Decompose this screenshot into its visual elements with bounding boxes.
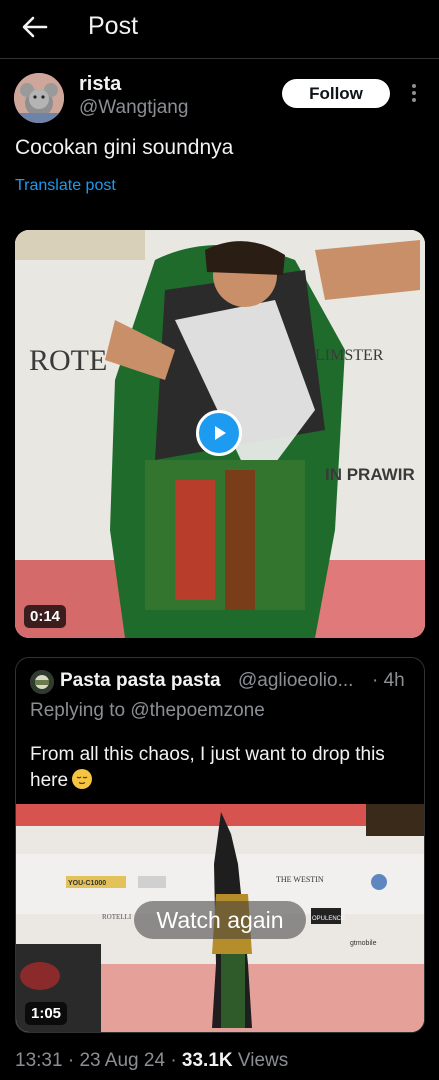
follow-button[interactable]: Follow — [282, 79, 390, 108]
quote-video-duration-badge: 1:05 — [25, 1002, 68, 1025]
more-options-button[interactable] — [404, 80, 424, 106]
quote-video-sign-rotelli: ROTELLI — [102, 913, 132, 921]
play-button[interactable] — [196, 410, 242, 456]
views-label: Views — [237, 1050, 289, 1071]
quote-video-player[interactable]: THE WESTIN OPULENCE gtmobile YOU-C1000 R… — [16, 804, 424, 1032]
relieved-face-icon — [72, 769, 93, 789]
quote-replying-to: Replying to @thepoemzone — [30, 700, 265, 721]
video-sign-right: LIMSTER — [315, 347, 384, 364]
quote-author-name[interactable]: Pasta pasta pasta — [60, 670, 221, 692]
post-time: 13:31 — [15, 1050, 63, 1071]
play-icon — [215, 426, 226, 440]
meta-separator: · — [67, 1050, 75, 1071]
video-duration-badge: 0:14 — [24, 605, 67, 628]
quote-video-sign-you: YOU-C1000 — [68, 880, 106, 887]
back-button[interactable] — [18, 12, 52, 42]
meta-separator: · — [170, 1050, 177, 1071]
post-meta: 13:31 · 23 Aug 24 · 33.1K Views — [15, 1050, 288, 1072]
quote-video-sign-westin: THE WESTIN — [276, 875, 324, 884]
quote-avatar[interactable] — [30, 670, 54, 694]
translate-post-link[interactable]: Translate post — [15, 177, 116, 195]
avatar[interactable] — [14, 73, 64, 123]
video-sign-bottom: IN PRAWIR — [325, 465, 415, 484]
page-title: Post — [88, 12, 139, 40]
arrow-left-icon — [22, 16, 48, 38]
avatar-image — [14, 73, 64, 123]
views-count[interactable]: 33.1K — [182, 1050, 233, 1071]
quoted-post[interactable]: Pasta pasta pasta @aglioeolio... · 4h Re… — [15, 657, 425, 1033]
author-handle[interactable]: @Wangtjang — [79, 97, 188, 119]
quote-timestamp: · 4h — [372, 670, 405, 691]
post-date: 23 Aug 24 — [79, 1050, 166, 1071]
post-text: Cocokan gini soundnya — [15, 136, 234, 159]
quote-video-sign-gtmobile: gtmobile — [350, 940, 377, 947]
author-name[interactable]: rista — [79, 73, 121, 96]
video-sign-left: ROTE — [29, 344, 107, 377]
more-vertical-icon — [412, 84, 416, 102]
header-divider — [0, 58, 439, 59]
quote-text: From all this chaos, I just want to drop… — [30, 742, 410, 794]
quote-avatar-image — [30, 670, 54, 694]
quote-author-handle[interactable]: @aglioeolio... — [238, 670, 353, 692]
quote-video-sign-opulence: OPULENCE — [312, 916, 345, 922]
top-bar: Post — [0, 0, 439, 56]
watch-again-button[interactable]: Watch again — [134, 901, 306, 939]
